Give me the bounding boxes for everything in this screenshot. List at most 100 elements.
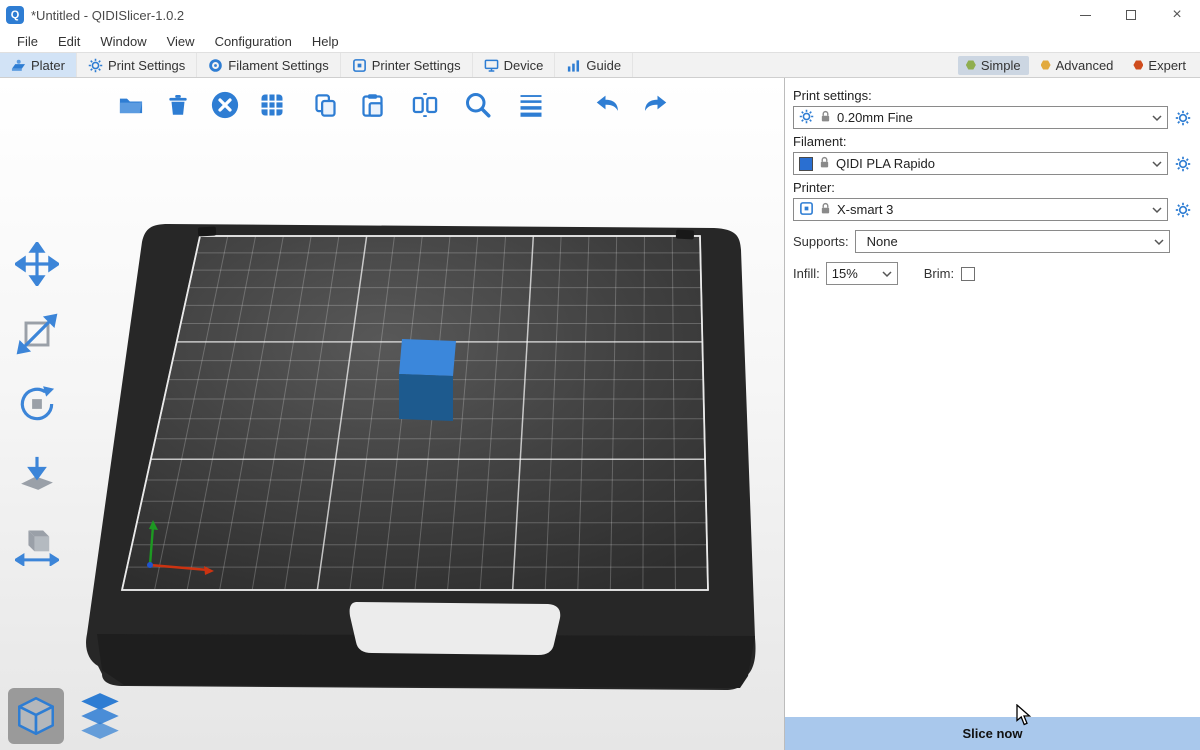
search-button[interactable] <box>459 86 497 124</box>
place-on-face-button[interactable] <box>8 446 66 502</box>
slice-now-button[interactable]: Slice now <box>785 717 1200 750</box>
open-button[interactable] <box>112 86 150 124</box>
cube-view-icon <box>13 693 59 739</box>
layer-height-button[interactable] <box>512 86 550 124</box>
mode-expert-label: Expert <box>1148 58 1186 73</box>
window-title: *Untitled - QIDISlicer-1.0.2 <box>31 8 1062 23</box>
menu-help[interactable]: Help <box>303 32 348 51</box>
delete-button[interactable] <box>159 86 197 124</box>
print-settings-label: Print settings: <box>793 88 1192 103</box>
tab-print-settings-label: Print Settings <box>108 58 185 73</box>
printer-label: Printer: <box>793 180 1192 195</box>
plater-icon <box>11 58 26 73</box>
delete-all-button[interactable] <box>206 86 244 124</box>
expert-mode-dot-icon <box>1133 60 1143 70</box>
arrange-button[interactable] <box>253 86 291 124</box>
menu-edit[interactable]: Edit <box>49 32 89 51</box>
split-button[interactable] <box>406 86 444 124</box>
tab-print-settings[interactable]: Print Settings <box>77 53 197 77</box>
layers-view-icon <box>75 691 125 741</box>
tab-plater[interactable]: Plater <box>0 53 77 77</box>
menu-window[interactable]: Window <box>91 32 155 51</box>
maximize-button[interactable] <box>1108 0 1154 30</box>
printer-value: X-smart 3 <box>837 202 1147 217</box>
filament-value: QIDI PLA Rapido <box>836 156 1147 171</box>
printer-icon <box>352 58 367 73</box>
printer-gear-button[interactable] <box>1174 201 1192 219</box>
print-settings-gear-button[interactable] <box>1174 109 1192 127</box>
close-icon: × <box>1172 6 1181 24</box>
chevron-down-icon <box>882 266 892 281</box>
3d-viewport[interactable] <box>0 78 785 750</box>
close-button[interactable]: × <box>1154 0 1200 30</box>
printer-combo[interactable]: X-smart 3 <box>793 198 1168 221</box>
supports-value: None <box>861 234 1149 249</box>
supports-combo[interactable]: None <box>855 230 1170 253</box>
advanced-mode-dot-icon <box>1041 60 1051 70</box>
print-settings-combo[interactable]: 0.20mm Fine <box>793 106 1168 129</box>
undo-button[interactable] <box>589 86 627 124</box>
redo-button[interactable] <box>636 86 674 124</box>
measure-button[interactable] <box>8 516 66 572</box>
tab-plater-label: Plater <box>31 58 65 73</box>
maximize-icon <box>1126 10 1136 20</box>
viewport-toolbar <box>112 86 674 124</box>
chevron-down-icon <box>1154 234 1164 249</box>
tabbar: Plater Print Settings Filament Settings … <box>0 52 1200 78</box>
chevron-down-icon <box>1152 110 1162 125</box>
filament-combo[interactable]: QIDI PLA Rapido <box>793 152 1168 175</box>
infill-value: 15% <box>832 266 877 281</box>
minimize-button[interactable] <box>1062 0 1108 30</box>
mode-advanced[interactable]: Advanced <box>1033 56 1122 75</box>
simple-mode-dot-icon <box>966 60 976 70</box>
window-controls: × <box>1062 0 1200 30</box>
app-logo-letter: Q <box>11 9 20 21</box>
device-icon <box>484 58 499 73</box>
chevron-down-icon <box>1152 156 1162 171</box>
tab-printer-settings[interactable]: Printer Settings <box>341 53 473 77</box>
filament-label: Filament: <box>793 134 1192 149</box>
infill-combo[interactable]: 15% <box>826 262 898 285</box>
rotate-button[interactable] <box>8 376 66 432</box>
settings-sidebar: Print settings: 0.20mm Fine Filament: QI… <box>785 78 1200 750</box>
scale-button[interactable] <box>8 306 66 362</box>
mode-expert[interactable]: Expert <box>1125 56 1194 75</box>
printer-handle <box>350 602 561 655</box>
mode-advanced-label: Advanced <box>1056 58 1114 73</box>
menu-configuration[interactable]: Configuration <box>206 32 301 51</box>
tab-device[interactable]: Device <box>473 53 556 77</box>
print-settings-value: 0.20mm Fine <box>837 110 1147 125</box>
tab-filament-settings-label: Filament Settings <box>228 58 328 73</box>
menu-file[interactable]: File <box>8 32 47 51</box>
preview-view-button[interactable] <box>72 688 128 744</box>
model-cube[interactable] <box>399 339 456 421</box>
mode-switcher: Simple Advanced Expert <box>958 53 1200 77</box>
titlebar: Q *Untitled - QIDISlicer-1.0.2 × <box>0 0 1200 30</box>
mode-simple[interactable]: Simple <box>958 56 1029 75</box>
move-button[interactable] <box>8 236 66 292</box>
bed-clip-left <box>198 227 216 237</box>
3d-scene <box>0 78 785 750</box>
mode-simple-label: Simple <box>981 58 1021 73</box>
brim-checkbox[interactable] <box>961 267 975 281</box>
menubar: File Edit Window View Configuration Help <box>0 30 1200 52</box>
copy-button[interactable] <box>306 86 344 124</box>
tab-guide-label: Guide <box>586 58 621 73</box>
lock-icon <box>819 202 832 218</box>
guide-icon <box>566 58 581 73</box>
tab-filament-settings[interactable]: Filament Settings <box>197 53 340 77</box>
chevron-down-icon <box>1152 202 1162 217</box>
gizmo-toolbar <box>8 236 66 572</box>
tab-guide[interactable]: Guide <box>555 53 633 77</box>
paste-button[interactable] <box>353 86 391 124</box>
lock-icon <box>819 110 832 126</box>
menu-view[interactable]: View <box>158 32 204 51</box>
bed-clip-right <box>676 230 694 240</box>
tab-printer-settings-label: Printer Settings <box>372 58 461 73</box>
view-mode-buttons <box>8 688 128 744</box>
filament-gear-button[interactable] <box>1174 155 1192 173</box>
infill-label: Infill: <box>793 266 820 281</box>
filament-color-swatch <box>799 157 813 171</box>
3d-editor-view-button[interactable] <box>8 688 64 744</box>
printer-icon <box>799 201 814 219</box>
